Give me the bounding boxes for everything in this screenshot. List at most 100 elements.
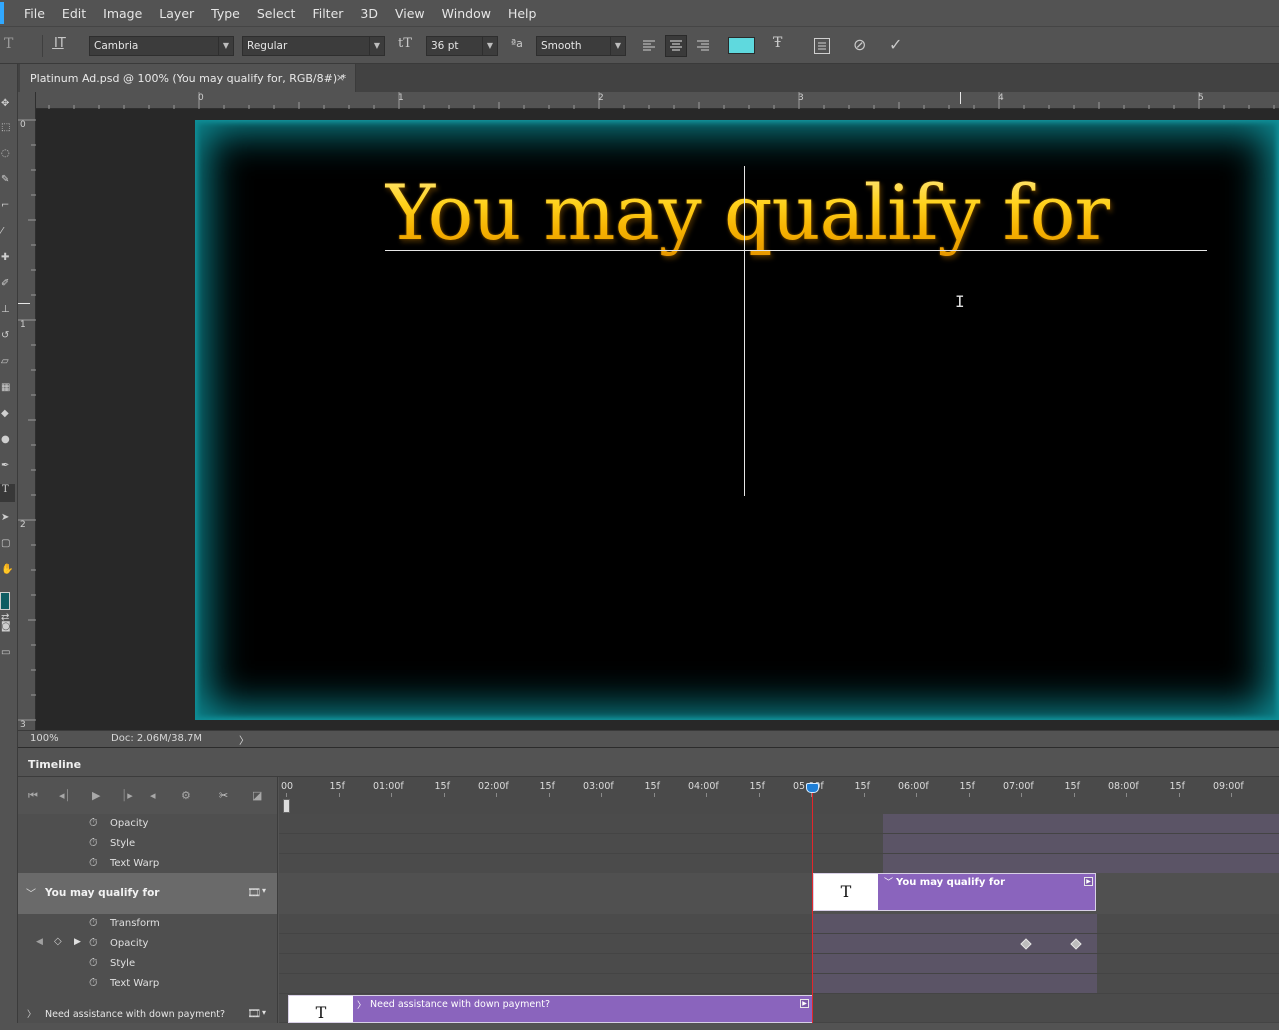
foreground-color-swatch[interactable]	[0, 592, 10, 610]
pen-tool-icon[interactable]: ✒	[1, 460, 13, 472]
next-keyframe-icon[interactable]: ▶	[74, 937, 81, 947]
play-icon[interactable]: ▶	[92, 789, 100, 802]
chevron-down-icon[interactable]: ▾	[262, 1008, 266, 1017]
time-ruler-label: 15f	[749, 781, 765, 792]
vertical-ruler[interactable]: 0 1 2 3	[18, 92, 36, 730]
menu-image[interactable]: Image	[103, 6, 142, 21]
menu-window[interactable]: Window	[442, 6, 491, 21]
menu-filter[interactable]: Filter	[312, 6, 343, 21]
close-icon[interactable]: ×	[336, 71, 345, 84]
timeline-layer-row[interactable]: ﹀ You may qualify for 🎞︎ ▾	[18, 873, 278, 915]
align-left-icon[interactable]	[641, 38, 657, 54]
history-brush-tool-icon[interactable]: ↺	[1, 330, 13, 342]
stopwatch-icon[interactable]: ⏱	[89, 836, 98, 850]
previous-frame-icon[interactable]: ◂⏐	[59, 789, 71, 803]
hand-tool-icon[interactable]: ✋	[1, 564, 13, 576]
dodge-tool-icon[interactable]: ●	[1, 434, 13, 446]
film-strip-icon[interactable]: 🎞︎	[247, 886, 261, 899]
film-strip-icon[interactable]: 🎞︎	[247, 1007, 261, 1020]
chevron-down-icon[interactable]: ▾	[262, 886, 266, 895]
clip-chevron-icon[interactable]: ﹀	[884, 875, 893, 888]
crop-tool-icon[interactable]: ⌐	[1, 200, 13, 212]
type-tool-icon[interactable]: T	[0, 484, 15, 502]
cancel-icon[interactable]: ⊘	[853, 35, 866, 54]
blur-tool-icon[interactable]: ◆	[1, 408, 13, 420]
timeline-tab[interactable]: Timeline	[18, 752, 81, 776]
timeline-time-ruler[interactable]: 00 15f 01:00f 15f 02:00f 15f 03:00f 15f 04:00f 15…	[279, 777, 1279, 815]
menu-select[interactable]: Select	[257, 6, 296, 21]
menu-edit[interactable]: Edit	[62, 6, 86, 21]
warp-text-icon[interactable]: Ŧ	[773, 35, 782, 51]
work-area-start-handle[interactable]	[283, 799, 290, 813]
transition-icon[interactable]: ◪	[252, 789, 262, 802]
antialias-dropdown[interactable]: Smooth ▼	[536, 36, 626, 56]
lasso-tool-icon[interactable]: ◌	[1, 148, 13, 160]
layer-clip[interactable]: T 〉 Need assistance with down payment? ▶	[288, 995, 813, 1023]
status-menu-arrow-icon[interactable]: 〉	[239, 732, 249, 747]
menu-type[interactable]: Type	[211, 6, 240, 21]
menu-layer[interactable]: Layer	[159, 6, 194, 21]
add-keyframe-icon[interactable]: ◇	[54, 936, 62, 947]
clip-end-handle[interactable]: ▶	[1084, 877, 1093, 886]
previous-keyframe-icon[interactable]: ◀	[36, 937, 43, 947]
property-track[interactable]	[279, 974, 1279, 994]
settings-gear-icon[interactable]: ⚙	[181, 789, 191, 802]
clip-end-handle[interactable]: ▶	[800, 999, 809, 1008]
healing-brush-tool-icon[interactable]: ✚	[1, 252, 13, 264]
stopwatch-icon[interactable]: ⏱	[89, 856, 98, 870]
type-tool-preset-icon[interactable]: T	[4, 36, 13, 52]
font-size-dropdown[interactable]: 36 pt ▼	[426, 36, 498, 56]
audio-icon[interactable]: ◂	[150, 789, 156, 802]
commit-checkmark-icon[interactable]: ✓	[889, 35, 902, 54]
align-right-icon[interactable]	[695, 38, 711, 54]
path-selection-tool-icon[interactable]: ➤	[1, 512, 13, 524]
rectangle-tool-icon[interactable]: ▢	[1, 538, 13, 550]
expand-chevron-icon[interactable]: ﹀	[26, 885, 36, 900]
menu-view[interactable]: View	[395, 6, 425, 21]
menu-help[interactable]: Help	[508, 6, 537, 21]
property-track[interactable]	[279, 954, 1279, 974]
layer-clip[interactable]: T ﹀ You may qualify for ▶	[813, 873, 1096, 911]
property-track[interactable]	[279, 934, 1279, 954]
stopwatch-icon[interactable]: ⏱	[89, 956, 98, 970]
split-at-playhead-scissors-icon[interactable]: ✂	[219, 789, 228, 802]
document-tab[interactable]: Platinum Ad.psd @ 100% (You may qualify …	[20, 64, 356, 92]
screen-mode-icon[interactable]: ▭	[1, 647, 13, 659]
gradient-tool-icon[interactable]: ▦	[1, 382, 13, 394]
font-family-dropdown[interactable]: Cambria ▼	[89, 36, 234, 56]
marquee-tool-icon[interactable]: ⬚	[1, 122, 13, 134]
quick-mask-icon[interactable]: ◙	[1, 621, 13, 633]
timeline-layer-row[interactable]: 〉 Need assistance with down payment? 🎞︎ …	[18, 994, 278, 1023]
go-to-first-frame-icon[interactable]: ⏮	[28, 789, 38, 803]
layer-track[interactable]	[279, 873, 1279, 915]
quick-select-tool-icon[interactable]: ✎	[1, 174, 13, 186]
horizontal-ruler[interactable]: 0 1 2 3 4 5	[36, 92, 1279, 109]
font-style-dropdown[interactable]: Regular ▼	[242, 36, 385, 56]
property-track[interactable]	[279, 854, 1279, 874]
character-panel-icon[interactable]	[814, 38, 830, 54]
toggle-text-orientation-icon[interactable]: I͟T	[54, 36, 66, 51]
playhead-handle[interactable]	[806, 783, 819, 793]
expand-chevron-icon[interactable]: 〉	[27, 1007, 36, 1020]
move-tool-icon[interactable]: ✥	[1, 98, 13, 110]
eraser-tool-icon[interactable]: ▱	[1, 356, 13, 368]
stopwatch-icon[interactable]: ⏱	[89, 816, 98, 830]
align-center-icon[interactable]	[665, 35, 687, 57]
document-canvas[interactable]: You may qualify for	[195, 120, 1279, 720]
brush-tool-icon[interactable]: ✐	[1, 278, 13, 290]
property-track[interactable]	[279, 814, 1279, 834]
menu-3d[interactable]: 3D	[360, 6, 378, 21]
menu-file[interactable]: File	[24, 6, 45, 21]
property-track[interactable]	[279, 834, 1279, 854]
zoom-level[interactable]: 100%	[30, 733, 59, 744]
clone-stamp-tool-icon[interactable]: ⊥	[1, 304, 13, 316]
eyedropper-tool-icon[interactable]: ⁄	[1, 226, 13, 238]
stopwatch-icon[interactable]: ⏱	[89, 976, 98, 990]
stopwatch-icon[interactable]: ⏱	[89, 936, 98, 950]
property-track[interactable]	[279, 914, 1279, 934]
clip-chevron-icon[interactable]: 〉	[357, 998, 366, 1011]
headline-text-layer[interactable]: You may qualify for	[385, 168, 1111, 257]
stopwatch-icon[interactable]: ⏱	[89, 916, 98, 930]
next-frame-icon[interactable]: ⏐▸	[121, 789, 133, 803]
text-color-swatch[interactable]	[728, 37, 755, 54]
